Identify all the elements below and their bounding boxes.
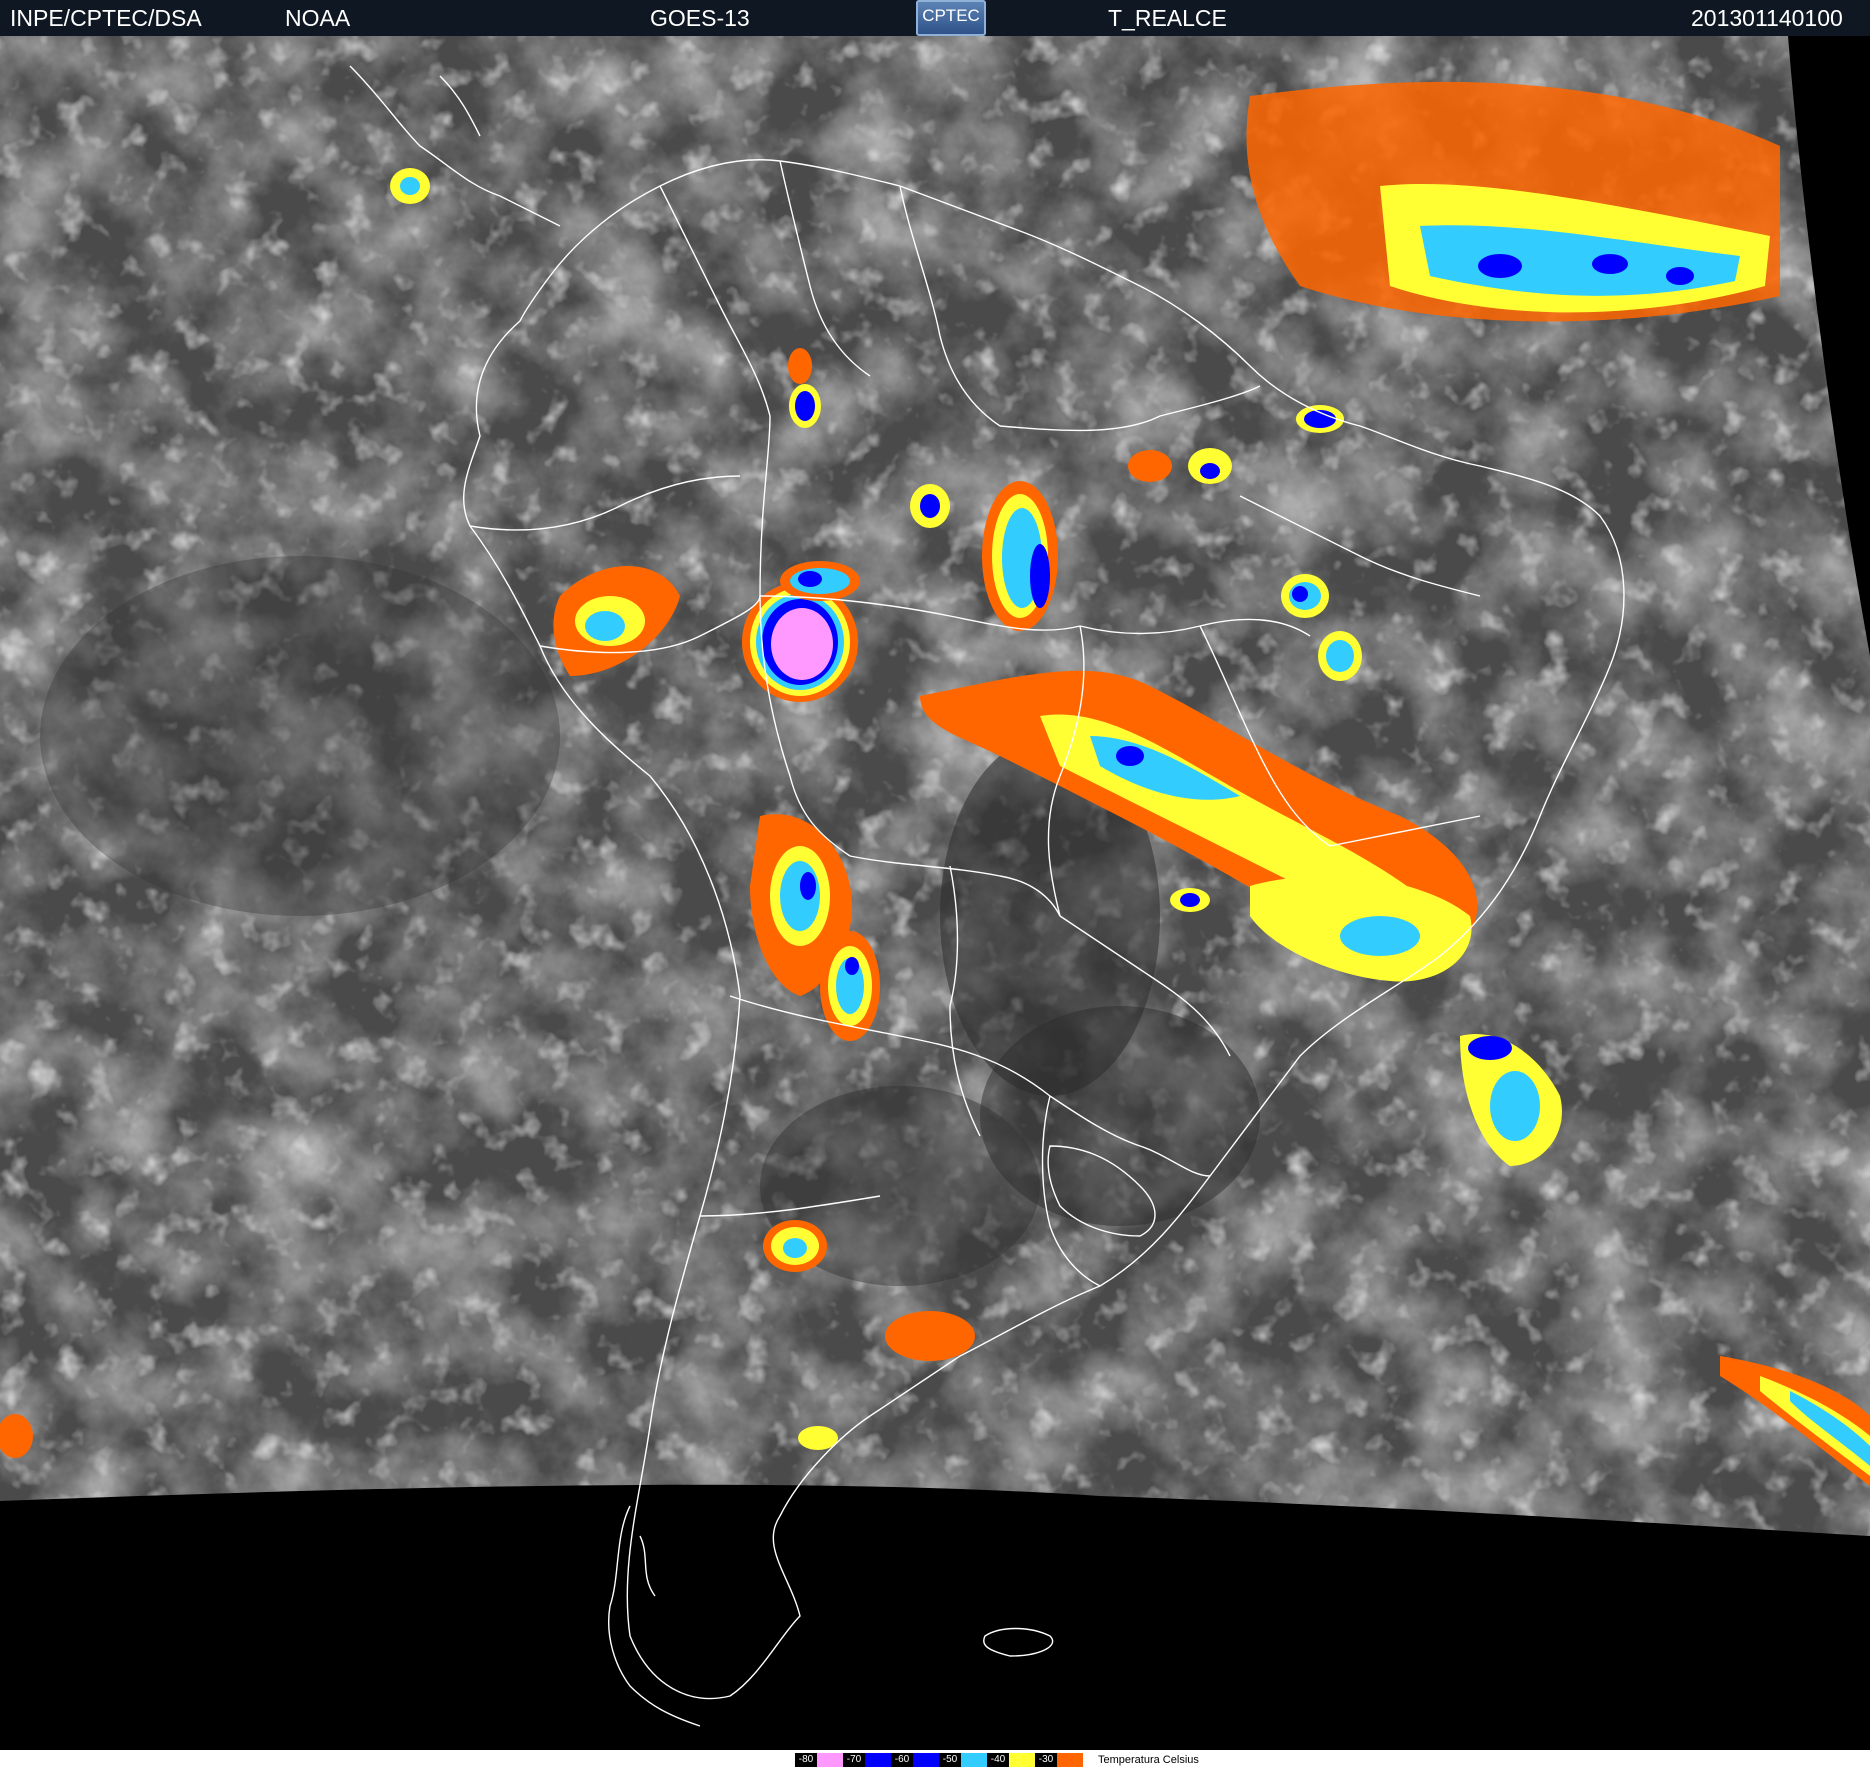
- satellite-label: GOES-13: [650, 5, 750, 31]
- legend-swatch: [817, 1753, 843, 1767]
- legend-label: -40: [987, 1753, 1009, 1767]
- legend-label: -80: [795, 1753, 817, 1767]
- institution-label: INPE/CPTEC/DSA: [10, 5, 202, 31]
- timestamp-label: 201301140100: [1691, 5, 1843, 31]
- legend-swatch: [961, 1753, 987, 1767]
- cptec-logo: CPTEC: [916, 0, 986, 36]
- legend-swatch: [1009, 1753, 1035, 1767]
- legend-label: -30: [1035, 1753, 1057, 1767]
- agency-label: NOAA: [285, 5, 351, 31]
- product-label: T_REALCE: [1108, 5, 1227, 31]
- legend-swatch: [865, 1753, 891, 1767]
- temperature-legend: -80 -70 -60 -50 -40 -30 Temperatura Celsius: [0, 1750, 1870, 1770]
- legend-swatch: [1057, 1753, 1083, 1767]
- legend-label: -50: [939, 1753, 961, 1767]
- legend-label: -70: [843, 1753, 865, 1767]
- legend-label: -60: [891, 1753, 913, 1767]
- header-bar: INPE/CPTEC/DSA NOAA GOES-13 CPTEC T_REAL…: [0, 0, 1870, 36]
- satellite-map: [0, 36, 1870, 1727]
- legend-swatch: [913, 1753, 939, 1767]
- legend-title: Temperatura Celsius: [1098, 1754, 1199, 1766]
- satellite-image: [0, 36, 1870, 1750]
